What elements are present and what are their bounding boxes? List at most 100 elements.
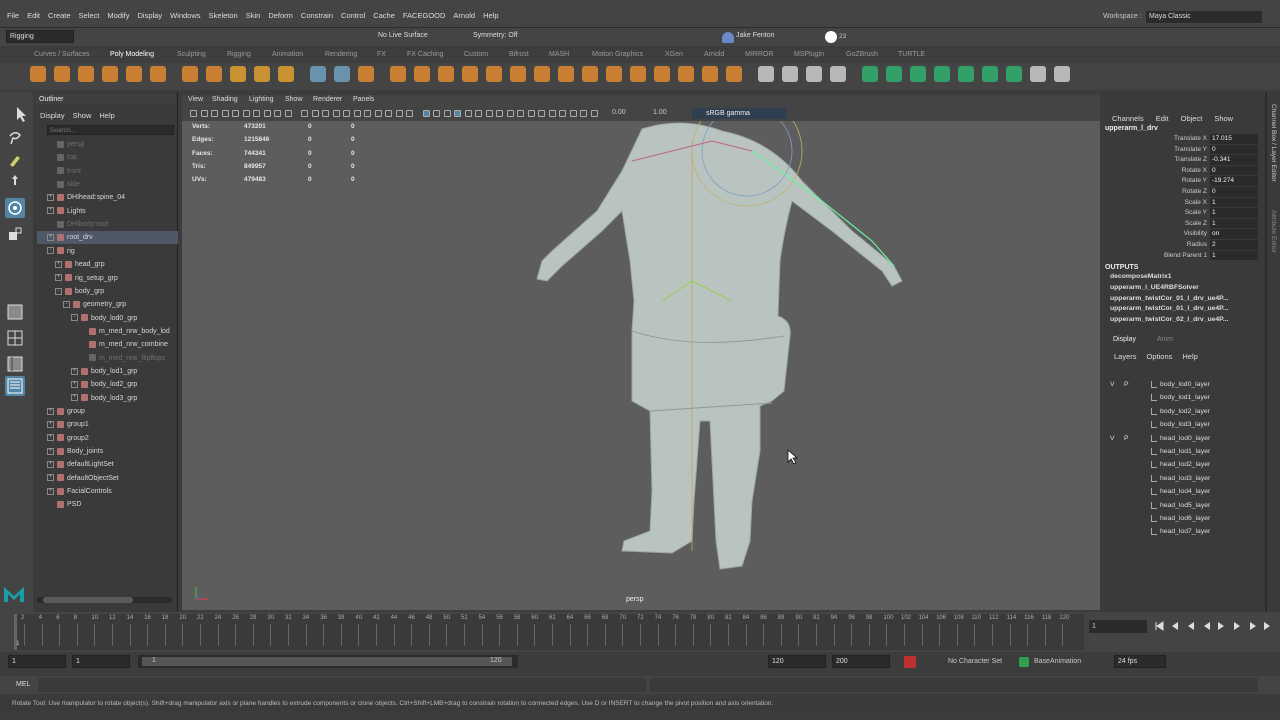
gamma-field[interactable]: 1.00 [653,109,667,116]
expand-icon[interactable]: + [47,194,54,202]
layer-menu-options[interactable]: Options [1143,349,1177,365]
shelf-tool-39-icon[interactable] [982,66,998,82]
attribute-value-field[interactable]: -0.341 [1210,155,1258,165]
shelf-tool-32-icon[interactable] [806,66,822,82]
shelf-tool-13-icon[interactable] [334,66,350,82]
attribute-value-field[interactable]: 17.015 [1210,134,1258,144]
shelf-tool-16-icon[interactable] [414,66,430,82]
viewport-tool-34-icon[interactable] [548,110,556,117]
layer-row[interactable]: body_lod2_layer [1102,405,1262,418]
attribute-row[interactable]: Rotate Z0 [1102,187,1262,198]
outliner-item[interactable]: side [37,178,178,191]
viewport-tool-24-icon[interactable] [443,110,451,117]
channel-menu-show[interactable]: Show [1210,111,1237,127]
shelf-tab-msplugin[interactable]: MSPlugin [794,51,824,58]
mel-label[interactable]: MEL [16,681,30,688]
character-model[interactable] [522,121,922,581]
viewport-tool-9-icon[interactable] [274,110,281,117]
shelf-tab-arnold[interactable]: Arnold [704,51,724,58]
expand-icon[interactable]: + [47,434,54,442]
viewport-tool-22-icon[interactable] [422,110,430,117]
shelf-tab-motion-graphics[interactable]: Motion Graphics [592,51,643,58]
viewport-tool-7-icon[interactable] [253,110,260,117]
attribute-value-field[interactable]: 1 [1210,208,1258,218]
attribute-row[interactable]: Blend Parent 11 [1102,250,1262,262]
layer-visibility-toggle[interactable]: V [1110,432,1118,445]
timeline-track[interactable]: 2 4 6 8 10 12 14 16 18 20 22 24 26 28 30 32 34 36 38 40 42 44… [14,614,1084,650]
layer-row[interactable]: head_lod2_layer [1102,458,1262,471]
shelf-tool-9-icon[interactable] [230,66,246,82]
shelf-tool-38-icon[interactable] [958,66,974,82]
tab-anim[interactable]: Anim [1157,336,1173,343]
output-node[interactable]: upperarm_twistCor_02_l_drv_ue4P... [1110,316,1229,323]
viewport-tool-20-icon[interactable] [395,110,403,117]
attribute-row[interactable]: Scale X1 [1102,197,1262,209]
outliner-item[interactable]: - rig [37,245,178,258]
viewport-tool-18-icon[interactable] [374,110,382,117]
select-tool-icon[interactable] [5,104,26,124]
expand-icon[interactable]: + [71,380,78,388]
shelf-tab-rendering[interactable]: Rendering [325,51,357,58]
exposure-field[interactable]: 0.00 [612,109,626,116]
shelf-tool-33-icon[interactable] [830,66,846,82]
menu-skeleton[interactable]: Skeleton [205,8,242,24]
four-view-layout-icon[interactable] [5,328,25,348]
viewport-tool-25-icon[interactable] [454,110,461,117]
channel-menu-object[interactable]: Object [1177,111,1207,127]
viewport-tool-38-icon[interactable] [590,110,598,117]
viewport-tool-35-icon[interactable] [559,110,566,117]
attribute-value-field[interactable]: on [1210,229,1258,239]
shelf-tool-12-icon[interactable] [310,66,326,82]
attribute-value-field[interactable]: 2 [1210,240,1258,250]
outliner-item[interactable]: m_med_nrw_body_lod [37,325,178,338]
viewport-tool-31-icon[interactable] [517,110,524,117]
fps-dropdown[interactable]: 24 fps [1114,655,1166,668]
outliner-item[interactable]: + FacialControls [37,485,178,498]
shelf-tool-8-icon[interactable] [206,66,222,82]
lasso-tool-icon[interactable] [5,128,25,148]
viewport-tool-29-icon[interactable] [496,110,503,117]
viewport-tool-26-icon[interactable] [464,110,472,117]
shelf-tool-17-icon[interactable] [438,66,454,82]
viewport-tool-2-icon[interactable] [200,110,208,117]
shelf-tab-sculpting[interactable]: Sculpting [177,51,206,58]
shelf-tool-27-icon[interactable] [678,66,694,82]
shelf-tab-bifrost[interactable]: Bifrost [509,51,529,58]
shelf-tool-4-icon[interactable] [102,66,118,82]
range-slider-handle[interactable] [142,657,512,666]
menu-deform[interactable]: Deform [264,8,297,24]
outliner-item[interactable]: + head_grp [37,258,178,271]
shelf-tool-30-icon[interactable] [758,66,774,82]
menu-select[interactable]: Select [75,8,104,24]
outliner-item[interactable]: top [37,151,178,164]
shelf-tool-5-icon[interactable] [126,66,142,82]
viewport-tool-32-icon[interactable] [527,110,535,117]
single-perspective-icon[interactable] [5,302,25,322]
layer-row[interactable]: V Phead_lod0_layer [1102,432,1262,445]
viewport-menu-shading[interactable]: Shading [212,96,238,103]
shelf-tool-26-icon[interactable] [654,66,670,82]
outliner-item[interactable]: PSD [37,498,178,511]
expand-icon[interactable]: + [55,260,62,268]
outliner-hscrollbar[interactable] [37,597,172,603]
outliner-item[interactable]: + group [37,405,178,418]
outliner-search-input[interactable] [47,125,174,135]
move-tool-icon[interactable] [5,172,25,192]
layer-row[interactable]: head_lod7_layer [1102,525,1262,538]
attribute-value-field[interactable]: 0 [1210,144,1258,155]
attribute-row[interactable]: Translate Z -0.341 [1102,155,1262,166]
shelf-tool-37-icon[interactable] [934,66,950,82]
outliner-item[interactable]: + Lights [37,205,178,218]
viewport-menu-renderer[interactable]: Renderer [313,96,342,103]
output-node[interactable]: upperarm_twistCor_01_l_drv_ue4P... [1110,295,1229,302]
attribute-value-field[interactable]: 0 [1210,187,1258,197]
shelf-tab-gozbrush[interactable]: GoZBrush [846,51,878,58]
viewport-menu-show[interactable]: Show [285,96,303,103]
layer-row[interactable]: body_lod3_layer [1102,418,1262,431]
outliner-item[interactable]: + Body_joints [37,445,178,458]
outliner-menu-display[interactable]: Display [36,108,69,124]
menu-skin[interactable]: Skin [242,8,265,24]
viewport-tool-4-icon[interactable] [221,110,229,117]
shelf-tool-2-icon[interactable] [54,66,70,82]
shelf-tool-40-icon[interactable] [1006,66,1022,82]
